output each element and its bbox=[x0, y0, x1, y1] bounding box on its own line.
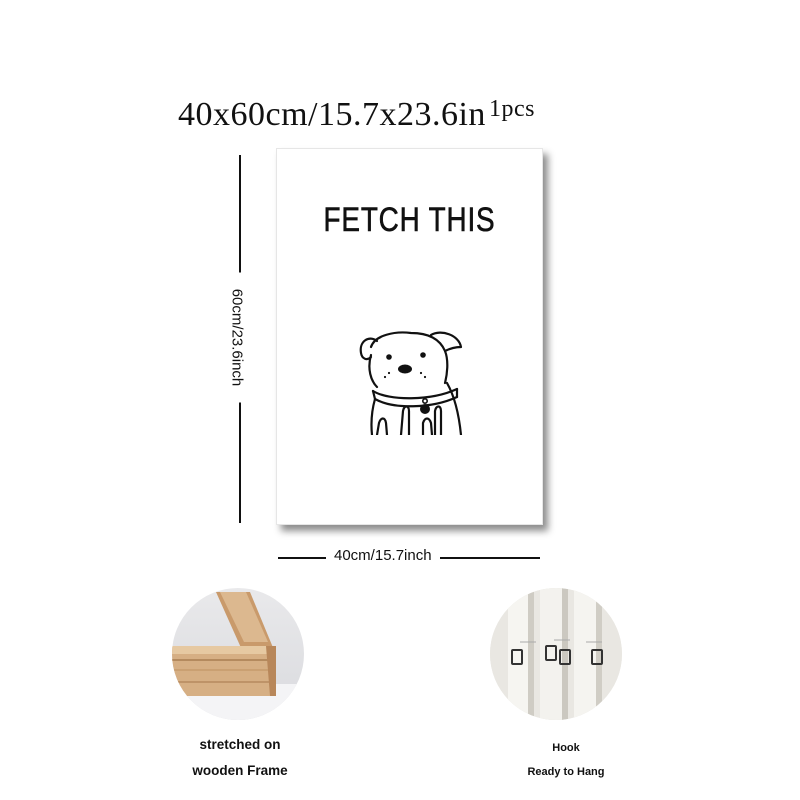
height-label-text: 60cm/23.6inch bbox=[226, 272, 248, 403]
canvas-print: FETCH THIS bbox=[276, 148, 543, 525]
frame-caption-line2: wooden Frame bbox=[192, 763, 288, 778]
hook-photo bbox=[490, 588, 622, 720]
size-title: 40x60cm/15.7x23.6in 1pcs bbox=[178, 96, 535, 134]
hook-icon bbox=[490, 588, 622, 720]
poster-headline: FETCH THIS bbox=[323, 201, 496, 240]
dog-illustration bbox=[359, 331, 463, 435]
wooden-frame-icon bbox=[172, 592, 304, 720]
wooden-frame-photo bbox=[172, 588, 304, 720]
size-text: 40x60cm/15.7x23.6in bbox=[178, 96, 486, 133]
quantity-text: 1pcs bbox=[488, 96, 535, 122]
hook-caption-line1: Hook bbox=[552, 742, 580, 754]
hook-caption: Hook Ready to Hang bbox=[508, 736, 624, 784]
width-label-text: 40cm/15.7inch bbox=[326, 547, 440, 564]
frame-caption-line1: stretched on bbox=[199, 737, 281, 752]
hook-caption-line2: Ready to Hang bbox=[527, 766, 605, 778]
frame-caption: stretched on wooden Frame bbox=[172, 732, 308, 784]
